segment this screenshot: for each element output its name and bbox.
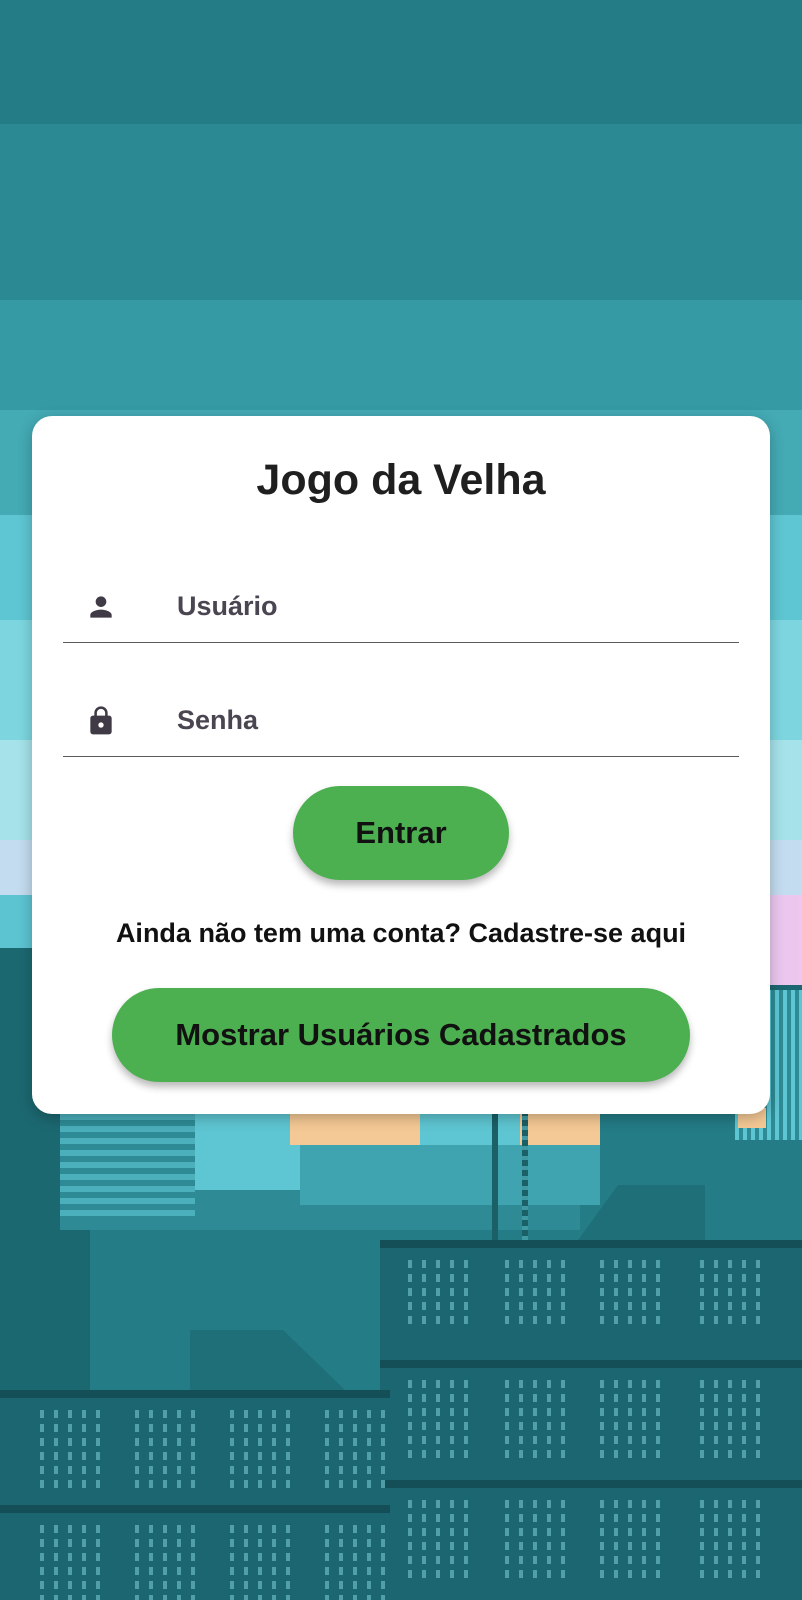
building-window-grid bbox=[135, 1525, 195, 1600]
building-floor-line bbox=[380, 1360, 802, 1368]
background-antenna bbox=[492, 1110, 498, 1240]
building-window-grid bbox=[700, 1500, 760, 1580]
background-rooftop-structure bbox=[190, 1330, 345, 1390]
building-floor-line bbox=[0, 1505, 390, 1513]
signup-link[interactable]: Ainda não tem uma conta? Cadastre-se aqu… bbox=[32, 918, 770, 949]
enter-button[interactable]: Entrar bbox=[293, 786, 509, 880]
building-window-grid bbox=[325, 1525, 385, 1600]
building-window-grid bbox=[600, 1380, 660, 1460]
background-antenna bbox=[522, 1110, 528, 1240]
building-window-grid bbox=[505, 1260, 565, 1330]
building-window-grid bbox=[600, 1500, 660, 1580]
building-window-grid bbox=[505, 1380, 565, 1460]
building-window-grid bbox=[135, 1410, 195, 1490]
username-input[interactable] bbox=[177, 586, 717, 626]
person-icon bbox=[85, 590, 117, 624]
page-title: Jogo da Velha bbox=[256, 456, 546, 504]
building-window-grid bbox=[40, 1410, 100, 1490]
building-window-grid bbox=[408, 1380, 468, 1460]
background-lit-window bbox=[520, 1110, 605, 1145]
building-window-grid bbox=[700, 1260, 760, 1330]
password-field[interactable] bbox=[63, 686, 739, 757]
building-window-grid bbox=[230, 1525, 290, 1600]
building-floor-line bbox=[380, 1480, 802, 1488]
password-input[interactable] bbox=[177, 700, 717, 740]
building-window-grid bbox=[408, 1260, 468, 1330]
username-field[interactable] bbox=[63, 572, 739, 643]
building-window-grid bbox=[40, 1525, 100, 1600]
show-users-button[interactable]: Mostrar Usuários Cadastrados bbox=[112, 988, 690, 1082]
lock-icon bbox=[85, 704, 117, 738]
building-window-grid bbox=[325, 1410, 385, 1490]
building-window-grid bbox=[408, 1500, 468, 1580]
building-window-grid bbox=[600, 1260, 660, 1330]
background-midblock-teal bbox=[300, 1145, 600, 1205]
building-window-grid bbox=[505, 1500, 565, 1580]
building-window-grid bbox=[700, 1380, 760, 1460]
building-window-grid bbox=[230, 1410, 290, 1490]
login-card: Jogo da Velha Entrar Ainda não tem uma c… bbox=[32, 416, 770, 1114]
background-lit-window bbox=[290, 1110, 420, 1145]
